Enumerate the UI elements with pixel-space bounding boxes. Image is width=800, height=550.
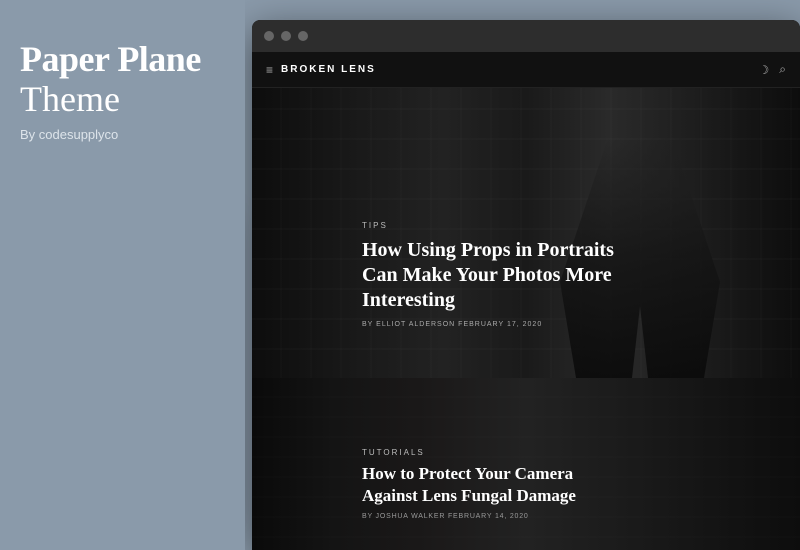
browser-dot-1 [264,31,274,41]
site-logo: BROKEN LENS [281,64,376,75]
second-article-content: TUTORIALS How to Protect Your Camera Aga… [362,448,612,520]
browser-titlebar [252,20,800,52]
theme-author: By codesupplyco [20,127,225,142]
hamburger-icon: ≡ [266,63,273,77]
theme-title-line2: Theme [20,80,225,120]
left-panel: Paper Plane Theme By codesupplyco [0,0,245,550]
second-byline: BY JOSHUA WALKER FEBRUARY 14, 2020 [362,513,612,520]
nav-hamburger-button[interactable]: ≡ [266,63,273,77]
site-nav: ≡ BROKEN LENS ☽ ⌕ [252,52,800,88]
moon-icon: ☽ [759,63,770,77]
second-article-title[interactable]: How to Protect Your Camera Against Lens … [362,463,612,507]
second-section: TUTORIALS How to Protect Your Camera Aga… [252,378,800,550]
hero-article-title[interactable]: How Using Props in Portraits Can Make Yo… [362,238,622,313]
browser-dot-3 [298,31,308,41]
hero-category-label: TIPS [362,221,622,230]
theme-title-line1: Paper Plane [20,40,225,80]
nav-right: ☽ ⌕ [759,62,787,77]
hero-section: TIPS How Using Props in Portraits Can Ma… [252,88,800,378]
hero-content: TIPS How Using Props in Portraits Can Ma… [362,221,622,328]
browser-window: ≡ BROKEN LENS ☽ ⌕ TIPS How Using Props i… [252,20,800,550]
dark-mode-toggle[interactable]: ☽ [759,63,770,77]
second-category-label: TUTORIALS [362,448,612,457]
browser-dot-2 [281,31,291,41]
hero-byline: BY ELLIOT ALDERSON FEBRUARY 17, 2020 [362,321,622,328]
nav-left: ≡ BROKEN LENS [266,63,376,77]
search-icon: ⌕ [779,62,786,76]
search-button[interactable]: ⌕ [779,62,786,77]
